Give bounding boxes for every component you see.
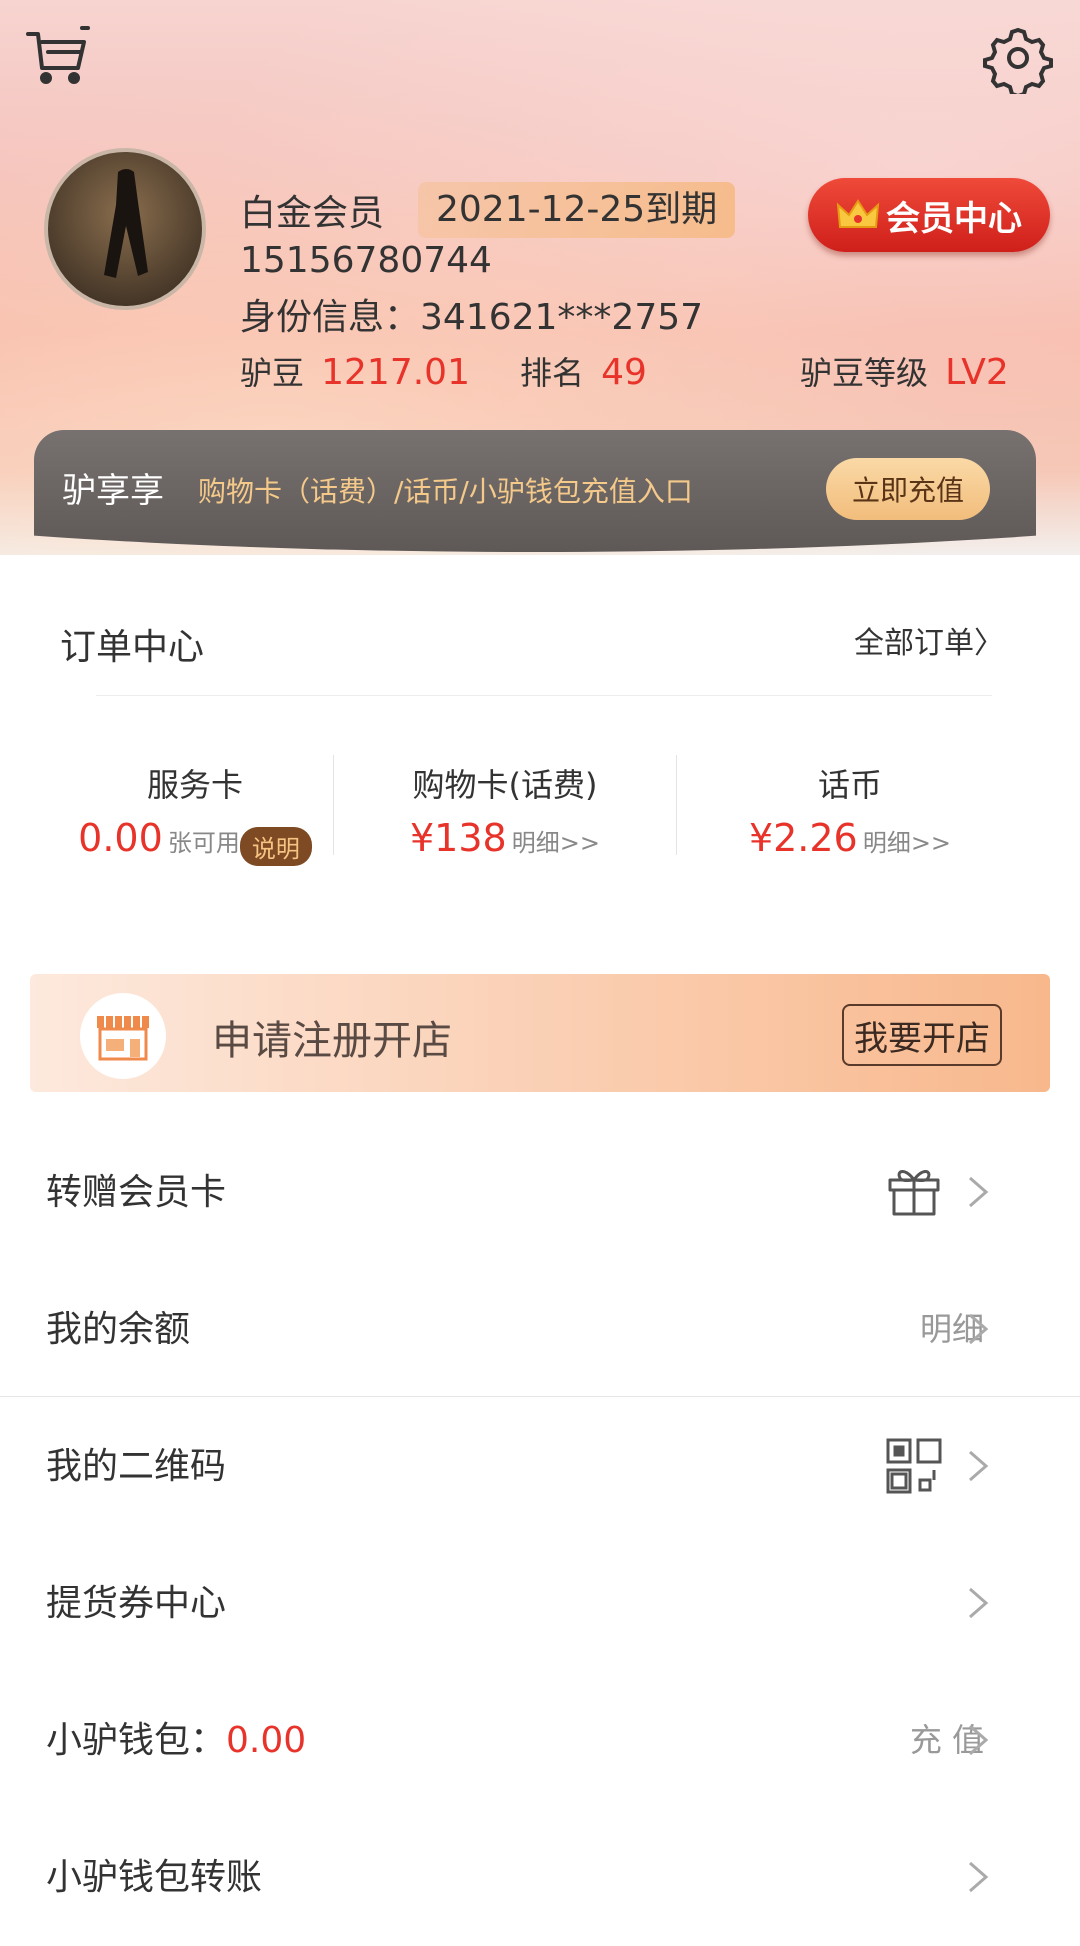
rank-stat: 排名 49: [520, 348, 647, 394]
explain-badge[interactable]: 说明: [239, 827, 312, 866]
menu-item-my-balance[interactable]: 我的余额 明细: [0, 1261, 1080, 1398]
menu-item-my-qr-code[interactable]: 我的二维码: [0, 1398, 1080, 1535]
expiry-badge: 2021-12-25到期: [418, 182, 736, 238]
recharge-now-button[interactable]: 立即充值: [826, 458, 990, 520]
shopping-card-title: 购物卡(话费): [412, 766, 598, 804]
service-card-unit: 张可用: [167, 829, 240, 857]
beans-label: 驴豆: [240, 354, 305, 392]
service-card-value: 0.00: [78, 816, 163, 860]
chevron-right-icon: [964, 1857, 992, 1897]
chevron-right-icon: [964, 1172, 992, 1212]
menu-item-wallet[interactable]: 小驴钱包：0.00 充 值: [0, 1672, 1080, 1809]
cart-icon[interactable]: [22, 22, 94, 94]
beans-value: 1217.01: [321, 352, 470, 393]
wallet-value: 0.00: [226, 1720, 307, 1761]
chevron-right-icon: [964, 1446, 992, 1486]
menu-item-label: 我的余额: [46, 1309, 191, 1350]
service-card-title: 服务卡: [146, 766, 243, 804]
divider: [96, 695, 992, 696]
open-shop-text: 申请注册开店: [212, 1018, 452, 1064]
menu-item-wallet-transfer[interactable]: 小驴钱包转账: [0, 1809, 1080, 1946]
crown-icon: [836, 199, 880, 228]
order-center-title: 订单中心: [60, 627, 205, 668]
menu-item-label: 小驴钱包转账: [46, 1857, 263, 1898]
menu-item-label: 提货券中心: [46, 1583, 227, 1624]
gear-icon[interactable]: [982, 22, 1054, 99]
recharge-description: 购物卡（话费）/话币/小驴钱包充值入口: [198, 475, 693, 508]
rank-value: 49: [601, 352, 647, 393]
member-center-label: 会员中心: [886, 198, 1022, 239]
chevron-right-icon: [964, 1583, 992, 1623]
bean-level-value: LV2: [945, 352, 1009, 393]
service-card-summary[interactable]: 服务卡 0.00 张可用 说明: [40, 760, 350, 866]
bean-level-stat: 驴豆等级 LV2: [800, 348, 1009, 394]
shopping-card-summary[interactable]: 购物卡(话费) ¥138 明细>>: [360, 760, 650, 860]
wallet-label: 小驴钱包：0.00: [46, 1672, 306, 1809]
rank-label: 排名: [520, 354, 585, 392]
menu-item-voucher-center[interactable]: 提货券中心: [0, 1535, 1080, 1672]
member-level: 白金会员: [240, 193, 385, 234]
coin-summary[interactable]: 话币 ¥2.26 明细>>: [700, 760, 1000, 860]
shopping-card-detail-link[interactable]: 明细>>: [512, 829, 600, 857]
coin-value: ¥2.26: [748, 816, 858, 860]
menu-item-label: 我的二维码: [46, 1446, 227, 1487]
divider: [333, 755, 334, 855]
phone-number: 15156780744: [240, 240, 492, 281]
gift-icon: [884, 1160, 944, 1220]
divider: [676, 755, 677, 855]
open-shop-button[interactable]: 我要开店: [842, 1004, 1002, 1066]
beans-stat: 驴豆 1217.01: [240, 348, 470, 394]
storefront-icon: [80, 993, 166, 1079]
avatar[interactable]: [44, 148, 206, 310]
member-center-button[interactable]: 会员中心: [808, 178, 1050, 252]
chevron-right-icon: [964, 1720, 992, 1760]
all-orders-link[interactable]: 全部订单〉: [854, 618, 1004, 662]
menu-item-label: 转赠会员卡: [46, 1172, 227, 1213]
id-info: 身份信息：341621***2757: [240, 297, 704, 338]
qr-code-icon: [884, 1436, 944, 1496]
menu-item-gift-membership-card[interactable]: 转赠会员卡: [0, 1124, 1080, 1261]
coin-detail-link[interactable]: 明细>>: [863, 829, 951, 857]
shopping-card-value: ¥138: [409, 816, 507, 860]
coin-title: 话币: [817, 766, 882, 804]
bean-level-label: 驴豆等级: [800, 354, 929, 392]
divider: [0, 1396, 1080, 1397]
wallet-label-text: 小驴钱包：: [46, 1720, 227, 1761]
recharge-title: 驴享享: [62, 471, 164, 511]
chevron-right-icon: [964, 1309, 992, 1349]
